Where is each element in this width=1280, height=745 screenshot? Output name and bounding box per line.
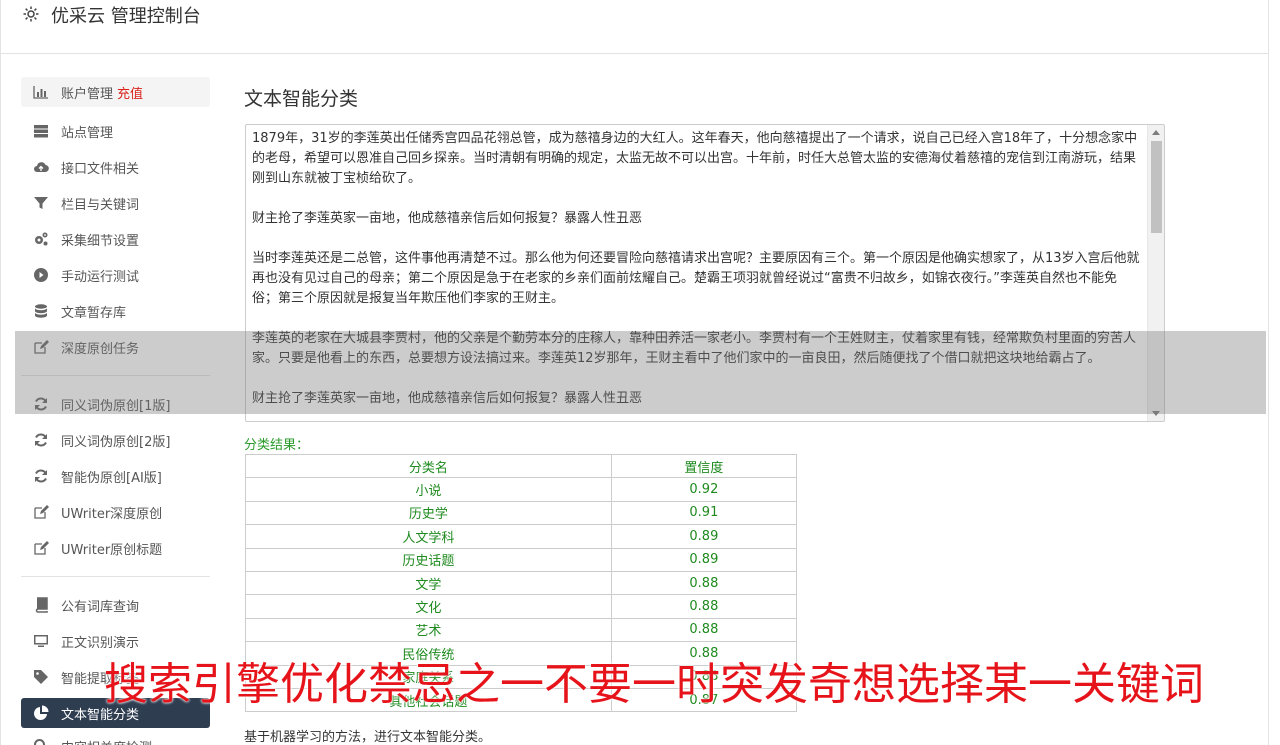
sidebar-item-label: 智能伪原创[AI版] (61, 470, 162, 486)
sidebar-divider (21, 576, 210, 577)
table-row: 文化 0.88 (245, 594, 798, 619)
table-row: 小说 0.92 (245, 477, 798, 502)
column-header: 置信度 (610, 453, 798, 479)
sidebar-item-label: 手动运行测试 (61, 269, 140, 285)
sidebar-item-uwriter-title[interactable]: UWriter原创标题 (21, 530, 210, 566)
confidence-cell: 0.91 (610, 500, 798, 526)
category-name-cell: 历史话题 (245, 547, 612, 572)
sidebar-item-columns-keywords[interactable]: 栏目与关键词 (21, 185, 210, 221)
sidebar-item-sites[interactable]: 站点管理 (21, 113, 210, 149)
refresh-icon (32, 431, 50, 449)
sidebar-item-collect-settings[interactable]: 采集细节设置 (21, 221, 210, 257)
bar-chart-icon (32, 83, 50, 101)
scrollbar-thumb[interactable] (1151, 141, 1162, 233)
gray-overlay-band (15, 331, 1266, 414)
table-row: 文学 0.88 (245, 570, 798, 596)
confidence-cell: 0.92 (610, 477, 798, 502)
gears-icon (32, 230, 50, 248)
top-bar: 优采云 管理控制台 (0, 0, 1268, 54)
sidebar-item-article-store[interactable]: 文章暂存库 (21, 293, 210, 329)
book-icon (32, 596, 50, 614)
table-row: 人文学科 0.89 (245, 524, 798, 549)
description-text: 基于机器学习的方法，进行文本智能分类。 (244, 730, 492, 745)
sidebar-item-label: 内容相关度检测 (61, 737, 152, 745)
right-divider (1268, 0, 1269, 745)
main-content: 文本智能分类 1879年，31岁的李莲英出任储秀宫四品花翎总管，成为慈禧身边的大… (244, 80, 1166, 745)
confidence-cell: 0.88 (610, 570, 798, 596)
table-header-row: 分类名 置信度 (245, 453, 798, 479)
filter-icon (32, 194, 50, 212)
sidebar-item-label: 同义词伪原创[2版] (61, 434, 171, 450)
text-paragraph: 1879年，31岁的李莲英出任储秀宫四品花翎总管，成为慈禧身边的大红人。这年春天… (252, 131, 1138, 186)
category-name-cell: 文学 (245, 570, 612, 596)
database-icon (32, 302, 50, 320)
edit-icon (32, 503, 50, 521)
category-name-cell: 文化 (245, 594, 612, 619)
search-icon (32, 737, 50, 745)
left-divider (0, 54, 1, 745)
play-icon (32, 266, 50, 284)
sidebar-item-account[interactable]: 账户管理 充值 (21, 77, 210, 107)
sidebar-item-synonym-v2[interactable]: 同义词伪原创[2版] (21, 422, 210, 458)
sidebar-item-uwriter-deep[interactable]: UWriter深度原创 (21, 494, 210, 530)
cloud-upload-icon (32, 158, 50, 176)
sidebar-item-label: 公有词库查询 (61, 599, 140, 615)
tag-icon (32, 668, 50, 686)
page: 优采云 管理控制台 账户管理 充值 站点管理 接口文件相关 栏目与关键词 采集细… (0, 0, 1280, 745)
sidebar-item-label: UWriter深度原创 (61, 506, 163, 522)
sidebar-item-manual-run[interactable]: 手动运行测试 (21, 257, 210, 293)
page-title: 优采云 管理控制台 (51, 6, 201, 27)
table-row: 历史话题 0.89 (245, 547, 798, 572)
text-paragraph: 财主抢了李莲英家一亩地，他成慈禧亲信后如何报复？暴露人性丑恶 (252, 211, 643, 226)
table-row: 历史学 0.91 (245, 500, 798, 526)
category-name-cell: 小说 (245, 477, 612, 502)
sidebar-item-label: 采集细节设置 (61, 233, 140, 249)
refresh-icon (32, 467, 50, 485)
column-header: 分类名 (245, 453, 612, 479)
confidence-cell: 0.88 (610, 594, 798, 619)
sidebar-item-label: 文章暂存库 (61, 305, 127, 321)
server-icon (32, 122, 50, 140)
sidebar-item-label: 栏目与关键词 (61, 197, 140, 213)
category-name-cell: 人文学科 (245, 524, 612, 549)
confidence-cell: 0.89 (610, 547, 798, 572)
confidence-cell: 0.89 (610, 524, 798, 549)
edit-icon (32, 539, 50, 557)
sidebar-item-label: 账户管理 (61, 86, 114, 102)
result-label: 分类结果： (244, 438, 310, 453)
scroll-up-arrow-icon[interactable] (1152, 130, 1160, 135)
confidence-cell: 0.88 (610, 617, 798, 643)
sidebar-item-interface-files[interactable]: 接口文件相关 (21, 149, 210, 185)
sidebar-item-relevance-check[interactable]: 内容相关度检测 (21, 728, 210, 745)
sidebar-item-label: 接口文件相关 (61, 161, 140, 177)
sidebar-item-label: UWriter原创标题 (61, 542, 163, 558)
section-title: 文本智能分类 (244, 88, 359, 110)
table-row: 艺术 0.88 (245, 617, 798, 643)
sidebar-item-ai-rewrite[interactable]: 智能伪原创[AI版] (21, 458, 210, 494)
watermark-caption: 搜索引擎优化禁忌之一不要一时突发奇想选择某一关键词 (104, 659, 1204, 710)
text-paragraph: 当时李莲英还是二总管，这件事他再清楚不过。那么他为何还要冒险向慈禧请求出宫呢？主… (252, 251, 1140, 306)
category-name-cell: 历史学 (245, 500, 612, 526)
pie-chart-icon (32, 704, 50, 722)
monitor-icon (32, 632, 50, 650)
recharge-link[interactable]: 充值 (117, 83, 143, 102)
sidebar-item-public-lexicon[interactable]: 公有词库查询 (21, 587, 210, 623)
category-name-cell: 艺术 (245, 617, 612, 643)
gear-icon (21, 4, 41, 24)
sidebar-item-label: 站点管理 (61, 125, 114, 141)
